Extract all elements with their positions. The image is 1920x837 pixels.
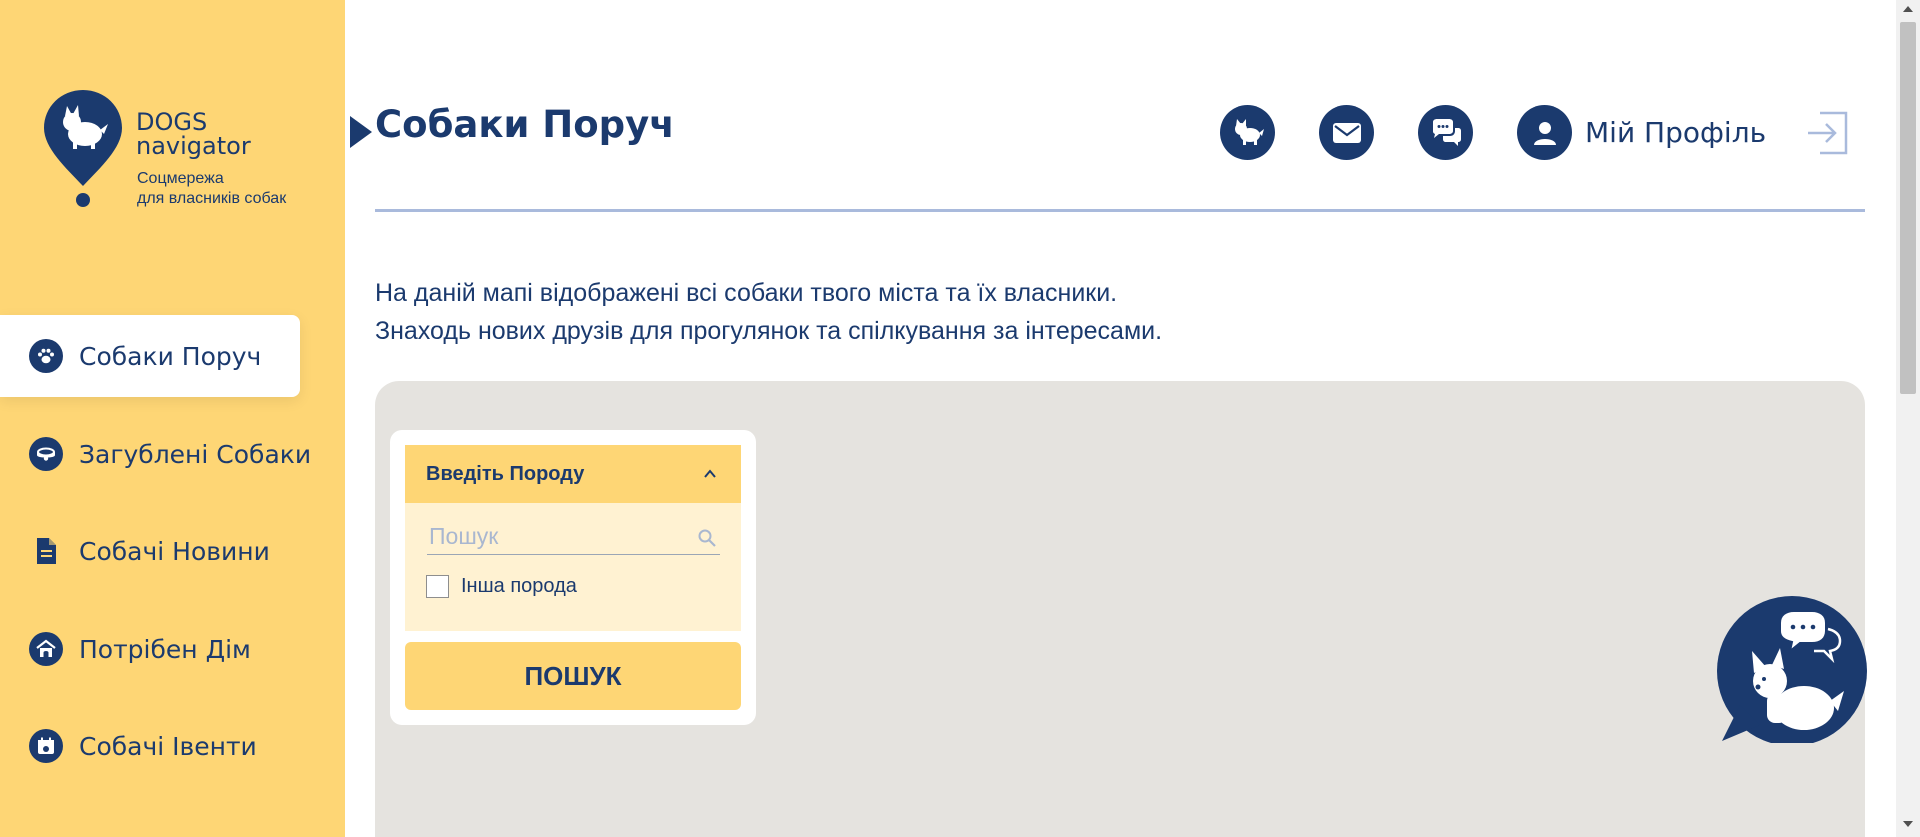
chat-widget-icon[interactable] (1712, 593, 1867, 743)
search-button[interactable]: ПОШУК (405, 642, 741, 710)
doghouse-icon (29, 632, 63, 666)
breed-filter-title: Введіть Породу (426, 462, 585, 485)
sidebar-item-needs-home[interactable]: Потрібен Дім (0, 608, 300, 690)
other-breed-checkbox-row[interactable]: Інша порода (426, 575, 577, 598)
brand-name-line2: navigator (136, 132, 251, 160)
collar-icon (29, 437, 63, 471)
logo-pin-icon (44, 90, 122, 207)
sidebar: DOGS navigator Соцмережа для власників с… (0, 0, 345, 837)
document-icon (29, 534, 63, 568)
breed-filter-toggle[interactable]: Введіть Породу (405, 445, 741, 503)
page-title: Собаки Поруч (375, 103, 675, 146)
paw-icon (29, 339, 63, 373)
scroll-down-arrow-icon[interactable] (1903, 821, 1913, 827)
breed-filter-body: Інша порода (405, 503, 741, 631)
mail-icon[interactable] (1319, 105, 1374, 160)
user-icon[interactable] (1517, 105, 1572, 160)
chevron-up-icon (704, 469, 716, 478)
chat-icon[interactable] (1418, 105, 1473, 160)
sidebar-item-label: Собачі Івенти (79, 731, 257, 761)
sidebar-item-label: Загублені Собаки (79, 439, 312, 469)
sidebar-item-dogs-nearby[interactable]: Собаки Поруч (0, 315, 300, 397)
sidebar-item-dog-news[interactable]: Собачі Новини (0, 510, 300, 592)
breed-filter-panel: Введіть Породу Інша порода ПОШУК (390, 430, 756, 725)
sidebar-item-label: Потрібен Дім (79, 634, 251, 664)
intro-text-line2: Знаходь нових друзів для прогулянок та с… (375, 317, 1163, 345)
search-icon[interactable] (697, 528, 717, 548)
scroll-up-arrow-icon[interactable] (1903, 6, 1913, 12)
app: DOGS navigator Соцмережа для власників с… (0, 0, 1920, 837)
brand-tagline-line2: для власників собак (137, 190, 287, 207)
sidebar-item-lost-dogs[interactable]: Загублені Собаки (0, 413, 311, 495)
header-divider (375, 209, 1865, 212)
breed-search-input[interactable] (427, 519, 720, 555)
sidebar-item-label: Собачі Новини (79, 536, 270, 566)
brand-tagline-line1: Соцмережа (137, 170, 224, 187)
other-breed-label: Інша порода (461, 575, 577, 597)
profile-link[interactable]: Мій Профіль (1585, 116, 1766, 149)
sidebar-item-dog-events[interactable]: Собачі Івенти (0, 705, 300, 787)
sidebar-item-label: Собаки Поруч (79, 341, 262, 371)
scrollbar-thumb[interactable] (1900, 22, 1916, 394)
logo[interactable]: DOGS navigator Соцмережа для власників с… (42, 88, 322, 213)
intro-text-line1: На даній мапі відображені всі собаки тво… (375, 279, 1118, 307)
title-marker-icon (350, 116, 372, 148)
page-scrollbar[interactable] (1896, 0, 1920, 837)
other-breed-checkbox[interactable] (426, 575, 449, 598)
brand-name-line1: DOGS (136, 108, 208, 136)
logout-icon[interactable] (1806, 109, 1850, 157)
calendar-icon (29, 729, 63, 763)
dog-icon[interactable] (1220, 105, 1275, 160)
